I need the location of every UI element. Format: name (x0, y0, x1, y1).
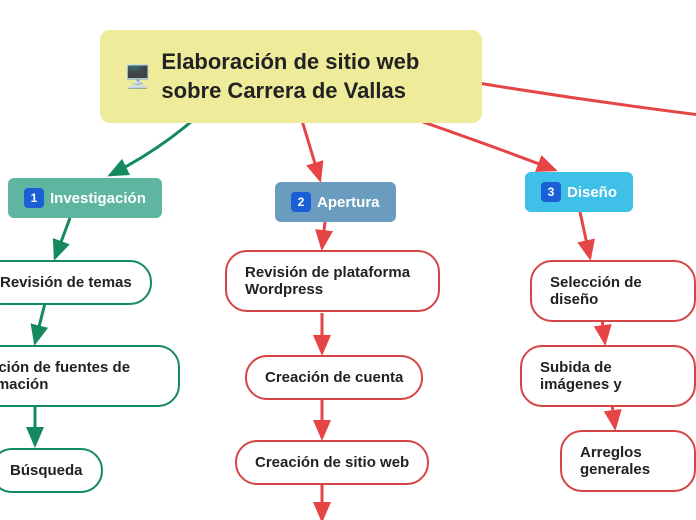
root-node[interactable]: 🖥️ Elaboración de sitio web sobre Carrer… (100, 30, 482, 123)
leaf-label: Revisión de temas (0, 274, 132, 291)
badge-1: 1 (24, 188, 44, 208)
leaf-creacion-cuenta[interactable]: Creación de cuenta (245, 355, 423, 400)
leaf-revision-wordpress[interactable]: Revisión de plataforma Wordpress (225, 250, 440, 312)
leaf-label: Selección de diseño (550, 274, 642, 308)
branch-diseno[interactable]: 3 Diseño (525, 172, 633, 212)
leaf-busqueda[interactable]: Búsqueda (0, 448, 103, 493)
badge-2: 2 (291, 192, 311, 212)
leaf-creacion-sitio[interactable]: Creación de sitio web (235, 440, 429, 485)
leaf-revision-temas[interactable]: Revisión de temas (0, 260, 152, 305)
branch-label: Apertura (317, 194, 380, 211)
badge-3: 3 (541, 182, 561, 202)
leaf-label: Creación de cuenta (265, 369, 403, 386)
leaf-label: Creación de sitio web (255, 454, 409, 471)
leaf-label: Búsqueda (10, 462, 83, 479)
leaf-label: Arreglos generales (580, 444, 650, 478)
branch-label: Investigación (50, 190, 146, 207)
root-title: Elaboración de sitio web sobre Carrera d… (161, 48, 454, 105)
leaf-fuentes[interactable]: cción de fuentes de rmación (0, 345, 180, 407)
leaf-label: Subida de imágenes y (540, 359, 622, 393)
branch-apertura[interactable]: 2 Apertura (275, 182, 396, 222)
leaf-label: cción de fuentes de rmación (0, 359, 130, 393)
computer-icon: 🖥️ (124, 64, 151, 90)
branch-investigacion[interactable]: 1 Investigación (8, 178, 162, 218)
leaf-arreglos[interactable]: Arreglos generales (560, 430, 696, 492)
leaf-label: Revisión de plataforma Wordpress (245, 264, 410, 298)
leaf-seleccion-diseno[interactable]: Selección de diseño (530, 260, 696, 322)
branch-label: Diseño (567, 184, 617, 201)
leaf-subida-imagenes[interactable]: Subida de imágenes y (520, 345, 696, 407)
